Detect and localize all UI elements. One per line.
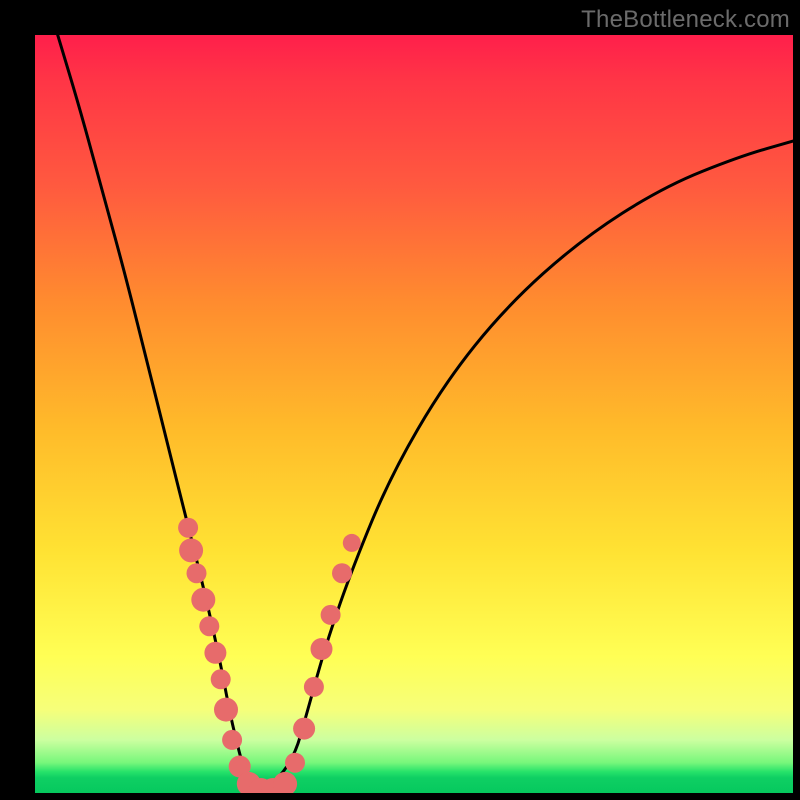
- marker-dot: [285, 753, 305, 773]
- chart-stage: TheBottleneck.com: [0, 0, 800, 800]
- marker-dot: [199, 616, 219, 636]
- plot-area: [35, 35, 793, 793]
- marker-dot: [343, 534, 361, 552]
- marker-dot: [222, 730, 242, 750]
- marker-dot: [332, 563, 352, 583]
- marker-dot: [178, 518, 198, 538]
- marker-dot: [204, 642, 226, 664]
- watermark-text: TheBottleneck.com: [581, 6, 790, 34]
- marker-dot: [321, 605, 341, 625]
- highlight-markers: [178, 518, 361, 793]
- marker-dot: [179, 538, 203, 562]
- marker-dot: [187, 563, 207, 583]
- marker-dot: [293, 718, 315, 740]
- marker-dot: [191, 588, 215, 612]
- marker-dot: [211, 669, 231, 689]
- marker-dot: [304, 677, 324, 697]
- plot-overlay: [35, 35, 793, 793]
- marker-dot: [311, 638, 333, 660]
- marker-dot: [214, 698, 238, 722]
- marker-dot: [273, 772, 297, 793]
- bottleneck-curve: [58, 35, 793, 789]
